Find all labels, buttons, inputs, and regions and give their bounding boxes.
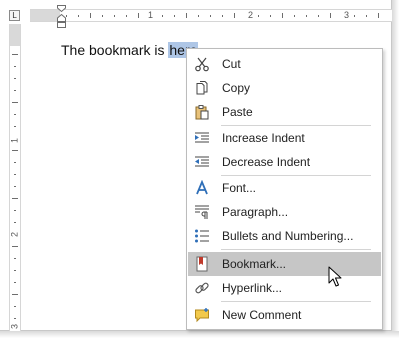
ruler-tick — [78, 15, 79, 17]
ruler-tick — [162, 15, 163, 17]
menu-item-font[interactable]: Font... — [188, 176, 381, 200]
font-icon — [194, 180, 210, 196]
ruler-tick — [114, 15, 115, 17]
ruler-tick — [234, 13, 235, 18]
vruler-tick — [12, 246, 18, 247]
ruler-tick — [330, 13, 331, 18]
menu-item-hyperlink[interactable]: Hyperlink... — [188, 276, 381, 300]
vruler-tick — [14, 186, 16, 187]
copy-icon — [194, 80, 210, 96]
vruler-tick — [12, 54, 18, 55]
menu-item-label: New Comment — [222, 308, 302, 322]
vruler-tick — [12, 102, 18, 103]
ruler-tick — [66, 15, 67, 17]
menu-item-label: Bookmark... — [222, 257, 287, 271]
scissors-icon — [194, 56, 210, 72]
ruler-tick — [138, 13, 139, 18]
menu-item-label: Copy — [222, 81, 251, 95]
mouse-pointer-icon — [328, 266, 342, 287]
paste-icon — [194, 104, 210, 120]
ruler-tick — [222, 15, 223, 17]
menu-item-label: Paragraph... — [222, 205, 289, 219]
vruler-tick — [14, 78, 16, 79]
menu-item-paragraph[interactable]: Paragraph... — [188, 200, 381, 224]
paragraph-icon — [194, 204, 210, 220]
vruler-tick — [12, 294, 18, 295]
ruler-tick — [378, 13, 379, 18]
ruler-tick — [306, 15, 307, 17]
menu-item-copy[interactable]: Copy — [188, 76, 381, 100]
menu-item-label: Paste — [222, 105, 253, 119]
new-comment-icon — [194, 307, 210, 323]
context-menu: Cut Copy Paste Increase Indent Decrease … — [186, 48, 383, 330]
vruler-tick — [12, 150, 18, 151]
menu-item-bookmark[interactable]: Bookmark... — [188, 252, 381, 276]
ruler-number-1: 1 — [148, 10, 154, 20]
ruler-tick — [282, 13, 283, 18]
vruler-tick — [14, 162, 16, 163]
ruler-tick — [366, 15, 367, 17]
menu-item-increase-indent[interactable]: Increase Indent — [188, 126, 381, 150]
window-shadow-bottom — [0, 331, 399, 338]
menu-separator — [221, 249, 371, 250]
vruler-tick — [14, 258, 16, 259]
decrease-indent-icon — [194, 154, 210, 170]
vruler-tick — [14, 174, 16, 175]
vruler-tick — [14, 90, 16, 91]
menu-item-label: Hyperlink... — [222, 281, 283, 295]
tab-stop-selector[interactable]: L — [9, 10, 20, 21]
ruler-left-margin — [30, 10, 60, 21]
vruler-tick — [14, 318, 16, 319]
menu-item-cut[interactable]: Cut — [188, 52, 381, 76]
vruler-tick — [14, 114, 16, 115]
ruler-tick — [294, 15, 295, 17]
increase-indent-icon — [194, 130, 210, 146]
ruler-tick — [354, 15, 355, 17]
ruler-tick — [198, 15, 199, 17]
menu-item-label: Cut — [222, 57, 241, 71]
ruler-tick — [318, 15, 319, 17]
vruler-tick — [14, 270, 16, 271]
vruler-tick — [14, 306, 16, 307]
menu-item-new-comment[interactable]: New Comment — [188, 303, 381, 327]
menu-item-label: Font... — [222, 181, 257, 195]
ruler-tick — [270, 15, 271, 17]
window-shadow-right — [392, 0, 399, 338]
bookmark-icon — [194, 256, 210, 272]
ruler-tick — [102, 15, 103, 17]
ruler-number-3: 3 — [344, 10, 350, 20]
vruler-number-2: 2 — [9, 232, 20, 238]
vruler-tick — [12, 198, 18, 199]
menu-item-label: Decrease Indent — [222, 155, 311, 169]
document-text: The bookmark is — [61, 42, 169, 58]
bullets-icon — [194, 228, 210, 244]
menu-item-decrease-indent[interactable]: Decrease Indent — [188, 150, 381, 174]
ruler-number-2: 2 — [248, 10, 254, 20]
menu-item-label: Bullets and Numbering... — [222, 229, 354, 243]
ruler-tick — [210, 15, 211, 17]
menu-item-paste[interactable]: Paste — [188, 100, 381, 124]
horizontal-ruler[interactable]: 1 2 3 — [30, 9, 392, 22]
indent-marker-icon[interactable] — [57, 5, 66, 28]
ruler-tick — [90, 13, 91, 18]
editor-window: L 1 2 3 1 2 3 The bookmark is here Cut C… — [0, 0, 399, 338]
vruler-tick — [14, 282, 16, 283]
ruler-tick — [174, 15, 175, 17]
menu-item-bullets-numbering[interactable]: Bullets and Numbering... — [188, 224, 381, 248]
vruler-tick — [14, 222, 16, 223]
ruler-tick — [126, 15, 127, 17]
menu-item-label: Increase Indent — [222, 131, 305, 145]
vruler-tick — [14, 210, 16, 211]
ruler-tick — [186, 13, 187, 18]
vruler-number-1: 1 — [9, 138, 20, 144]
vertical-ruler[interactable]: 1 2 3 — [9, 24, 21, 331]
document-text-line[interactable]: The bookmark is here — [61, 41, 199, 59]
ruler-top-margin — [10, 24, 20, 46]
vruler-number-3: 3 — [9, 324, 20, 330]
menu-separator — [221, 301, 371, 302]
vruler-tick — [14, 66, 16, 67]
vruler-tick — [14, 126, 16, 127]
hyperlink-icon — [194, 280, 210, 296]
ruler-tick — [258, 15, 259, 17]
